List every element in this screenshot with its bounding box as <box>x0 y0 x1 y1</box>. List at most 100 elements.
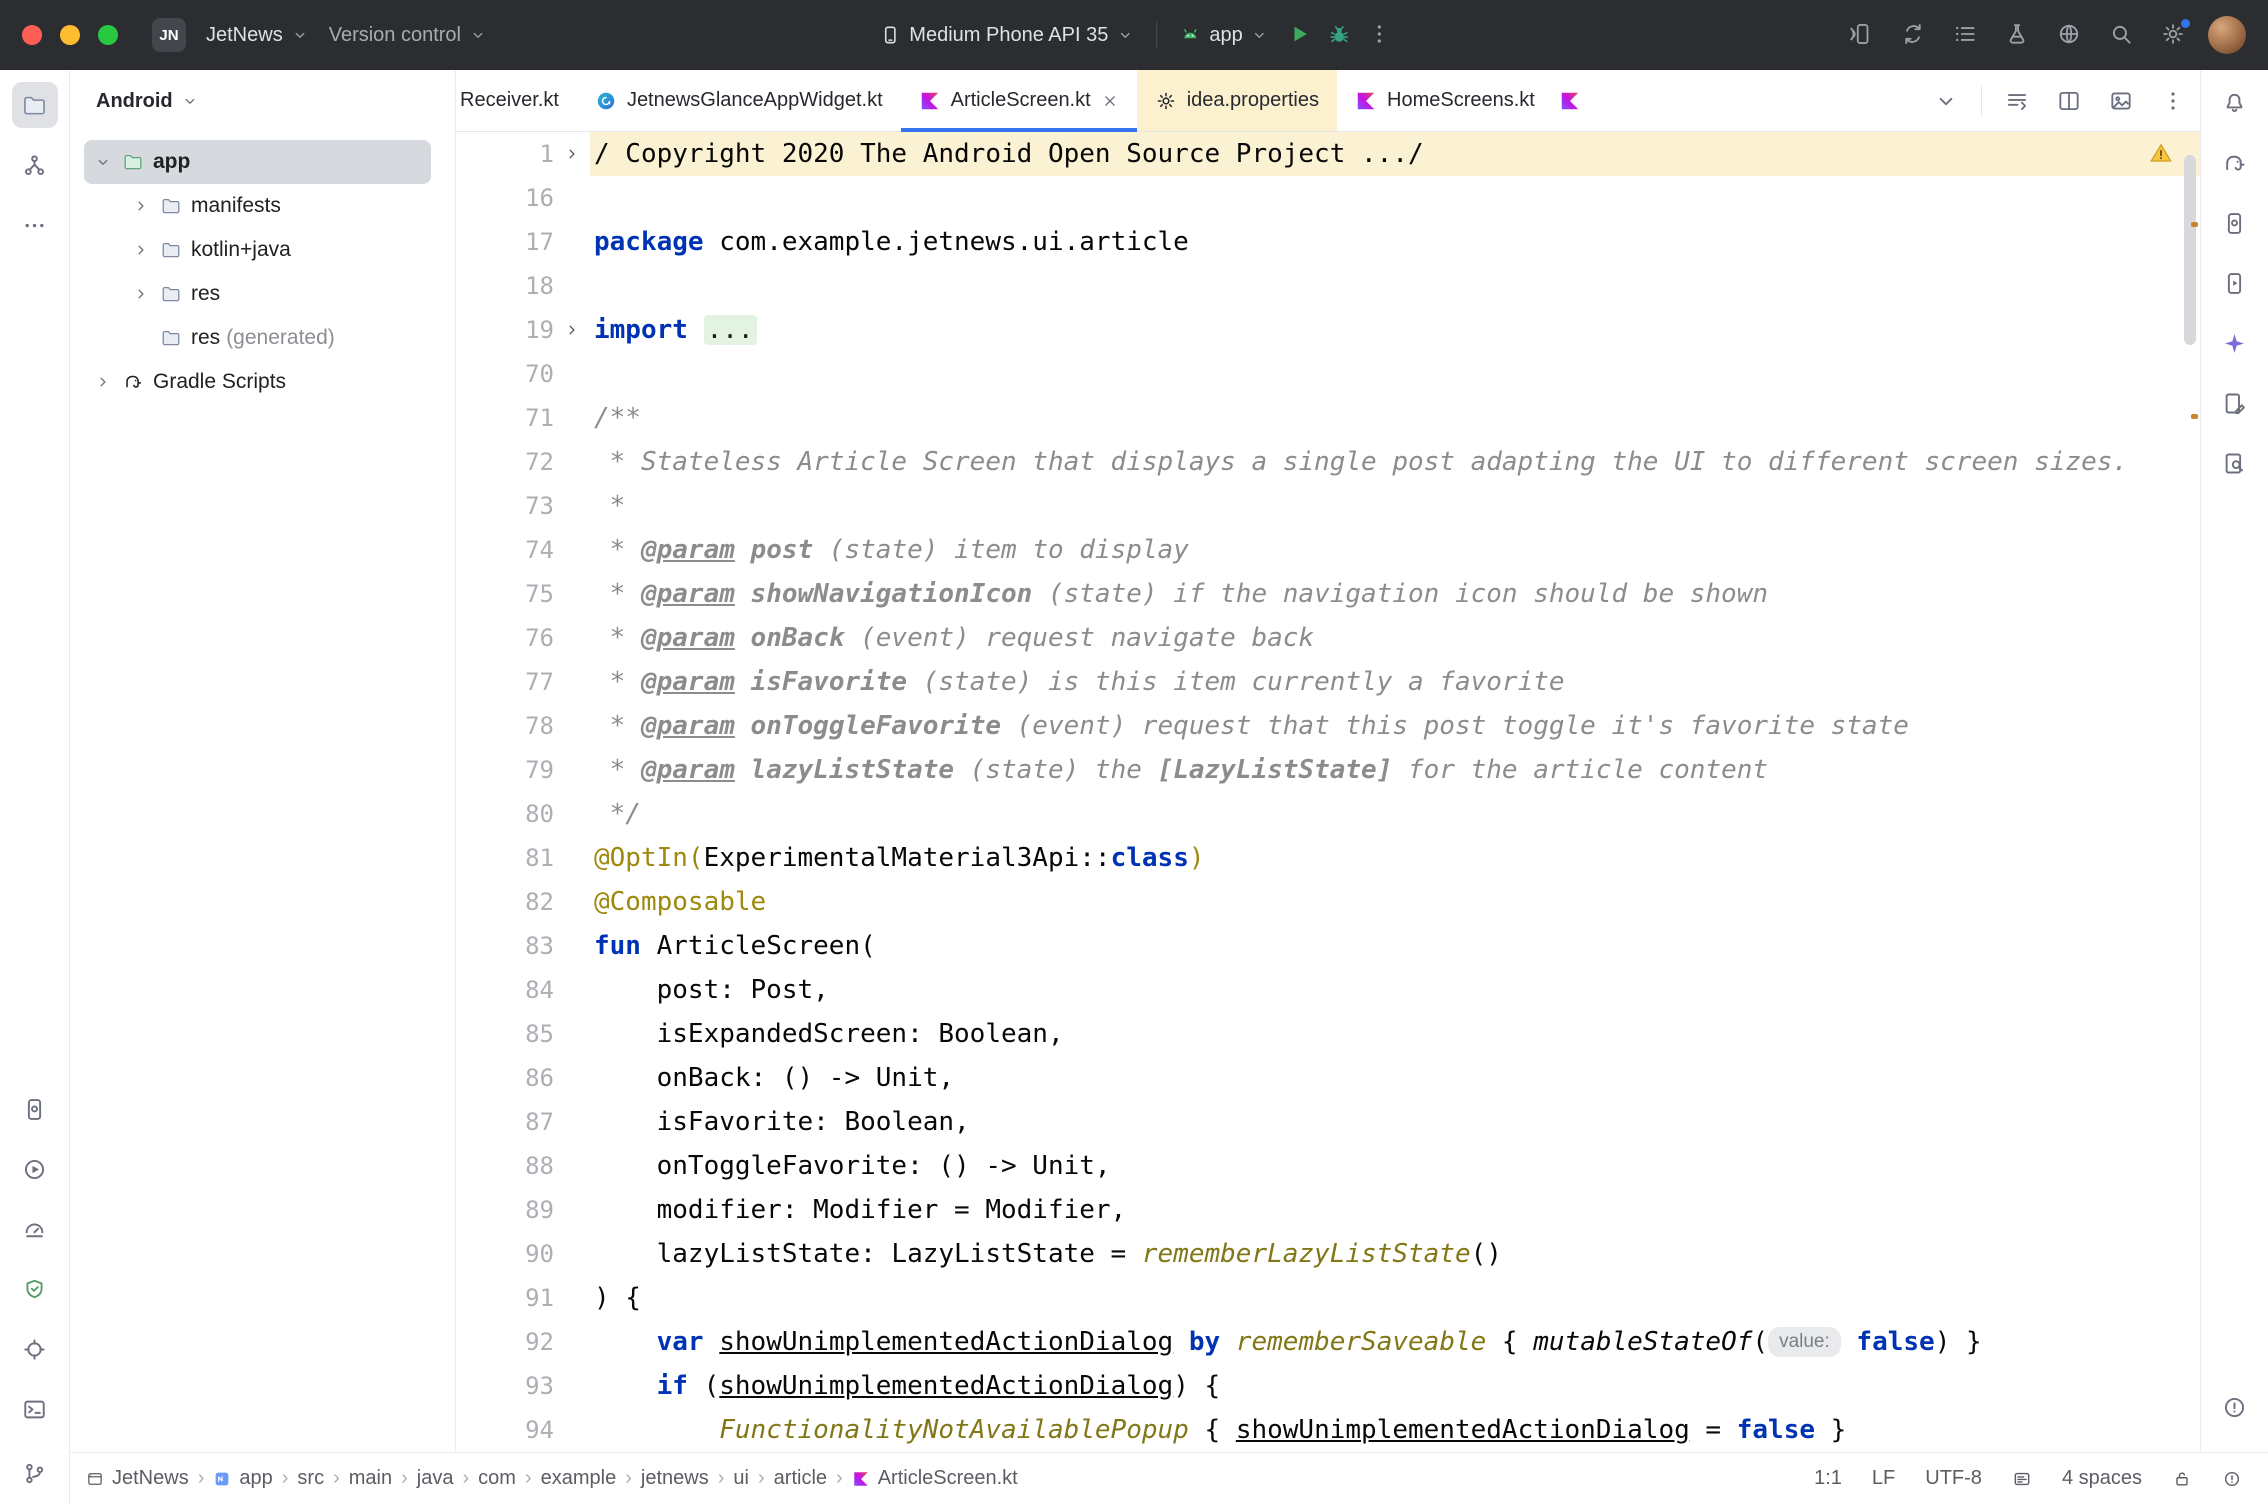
code-line[interactable]: 93 if (showUnimplementedActionDialog) { <box>456 1364 2200 1408</box>
line-number[interactable]: 80 <box>456 792 554 836</box>
user-avatar[interactable] <box>2208 16 2246 54</box>
breadcrumb-articlescreen-kt[interactable]: ArticleScreen.kt <box>852 1467 1018 1490</box>
running-devices-button[interactable] <box>2212 260 2258 306</box>
code-line[interactable]: 82@Composable <box>456 880 2200 924</box>
code-line[interactable]: 89 modifier: Modifier = Modifier, <box>456 1188 2200 1232</box>
line-number[interactable]: 79 <box>456 748 554 792</box>
project-view-selector[interactable]: Android <box>70 70 455 132</box>
problems-button[interactable] <box>2212 1384 2258 1430</box>
tree-chevron-icon[interactable] <box>92 153 122 171</box>
code-line[interactable]: 92 var showUnimplementedActionDialog by … <box>456 1320 2200 1364</box>
fold-toggle-icon[interactable] <box>554 145 590 163</box>
tab-overflow[interactable] <box>1553 70 1587 131</box>
device-manager-button[interactable] <box>12 1086 58 1132</box>
search-file-button[interactable] <box>2212 440 2258 486</box>
hidden-tabs-chevron-button[interactable] <box>1929 84 1963 118</box>
line-number[interactable]: 73 <box>456 484 554 528</box>
tree-chevron-icon[interactable] <box>130 241 160 259</box>
code-line[interactable]: 81@OptIn(ExperimentalMaterial3Api::class… <box>456 836 2200 880</box>
line-number[interactable]: 91 <box>456 1276 554 1320</box>
profiler-button[interactable] <box>12 1206 58 1252</box>
line-number[interactable]: 88 <box>456 1144 554 1188</box>
breadcrumb-example[interactable]: example <box>541 1467 617 1490</box>
run-config-selector[interactable]: app <box>1169 16 1278 55</box>
lock-open-button[interactable] <box>2172 1469 2192 1489</box>
code-line[interactable]: 94 FunctionalityNotAvailablePopup { show… <box>456 1408 2200 1452</box>
close-window-button[interactable] <box>22 25 42 45</box>
gradle-button[interactable] <box>2212 140 2258 186</box>
settings-button[interactable] <box>2154 15 2192 56</box>
run-button[interactable] <box>12 1146 58 1192</box>
line-number[interactable]: 94 <box>456 1408 554 1452</box>
fold-toggle-icon[interactable] <box>554 321 590 339</box>
breadcrumb-src[interactable]: src <box>297 1467 324 1490</box>
breadcrumb-jetnews[interactable]: jetnews <box>641 1467 709 1490</box>
tab-jetnewsglanceappwidget-kt[interactable]: JetnewsGlanceAppWidget.kt <box>577 70 901 131</box>
run-button[interactable] <box>1281 15 1319 56</box>
code-line[interactable]: 71/** <box>456 396 2200 440</box>
code-line[interactable]: 77 * @param isFavorite (state) is this i… <box>456 660 2200 704</box>
line-number[interactable]: 93 <box>456 1364 554 1408</box>
tree-item-kotlin-java[interactable]: kotlin+java <box>84 228 431 272</box>
file-encoding[interactable]: UTF-8 <box>1925 1467 1982 1490</box>
more-run-actions-button[interactable] <box>1361 15 1399 56</box>
tab-articlescreen-kt[interactable]: ArticleScreen.kt <box>901 70 1137 131</box>
code-line[interactable]: 1/ Copyright 2020 The Android Open Sourc… <box>456 132 2200 176</box>
device-mirroring-button[interactable] <box>1842 15 1880 56</box>
indent-size[interactable]: 4 spaces <box>2062 1467 2142 1490</box>
zoom-window-button[interactable] <box>98 25 118 45</box>
line-number[interactable]: 72 <box>456 440 554 484</box>
todo-list-button[interactable] <box>1946 15 1984 56</box>
code-line[interactable]: 84 post: Post, <box>456 968 2200 1012</box>
breadcrumb-java[interactable]: java <box>417 1467 454 1490</box>
tree-item-gradle-scripts[interactable]: Gradle Scripts <box>84 360 431 404</box>
list-view-button[interactable] <box>2000 84 2034 118</box>
line-number[interactable]: 85 <box>456 1012 554 1056</box>
breadcrumb-com[interactable]: com <box>478 1467 516 1490</box>
caret-position[interactable]: 1:1 <box>1814 1467 1842 1490</box>
code-line[interactable]: 86 onBack: () -> Unit, <box>456 1056 2200 1100</box>
editor-more-button[interactable] <box>2156 84 2190 118</box>
tree-item-res[interactable]: res <box>84 272 431 316</box>
inspections-warning-icon[interactable] <box>2148 140 2174 166</box>
breadcrumb-app[interactable]: app <box>213 1467 272 1490</box>
code-editor[interactable]: 1/ Copyright 2020 The Android Open Sourc… <box>456 132 2200 1452</box>
line-number[interactable]: 75 <box>456 572 554 616</box>
code-line[interactable]: 79 * @param lazyListState (state) the [L… <box>456 748 2200 792</box>
code-line[interactable]: 16 <box>456 176 2200 220</box>
line-number[interactable]: 87 <box>456 1100 554 1144</box>
tree-item-res-generated[interactable]: res(generated) <box>84 316 431 360</box>
line-number[interactable]: 1 <box>456 132 554 176</box>
project-selector[interactable]: JetNews <box>196 16 319 55</box>
code-line[interactable]: 88 onToggleFavorite: () -> Unit, <box>456 1144 2200 1188</box>
line-number[interactable]: 83 <box>456 924 554 968</box>
gradle-sync-button[interactable] <box>1894 15 1932 56</box>
terminal-button[interactable] <box>12 1386 58 1432</box>
code-line[interactable]: 17package com.example.jetnews.ui.article <box>456 220 2200 264</box>
indent-guides-button[interactable] <box>2012 1469 2032 1489</box>
code-line[interactable]: 74 * @param post (state) item to display <box>456 528 2200 572</box>
notifications-button[interactable] <box>2212 80 2258 126</box>
search-button[interactable] <box>2102 15 2140 56</box>
sdk-manager-button[interactable] <box>2050 15 2088 56</box>
line-number[interactable]: 89 <box>456 1188 554 1232</box>
code-line[interactable]: 19import ... <box>456 308 2200 352</box>
gemini-button[interactable] <box>2212 320 2258 366</box>
tree-item-app[interactable]: app <box>84 140 431 184</box>
line-number[interactable]: 84 <box>456 968 554 1012</box>
code-line[interactable]: 85 isExpandedScreen: Boolean, <box>456 1012 2200 1056</box>
line-number[interactable]: 17 <box>456 220 554 264</box>
vcs-widget[interactable]: Version control <box>319 16 497 55</box>
tree-chevron-icon[interactable] <box>130 285 160 303</box>
image-preview-button[interactable] <box>2104 84 2138 118</box>
code-line[interactable]: 90 lazyListState: LazyListState = rememb… <box>456 1232 2200 1276</box>
breadcrumb-ui[interactable]: ui <box>733 1467 749 1490</box>
line-number[interactable]: 71 <box>456 396 554 440</box>
breadcrumb-jetnews[interactable]: JetNews <box>86 1467 189 1490</box>
line-number[interactable]: 74 <box>456 528 554 572</box>
more-tool-windows-button[interactable] <box>12 202 58 248</box>
breadcrumb-article[interactable]: article <box>774 1467 827 1490</box>
error-circle-button[interactable] <box>2222 1469 2242 1489</box>
minimize-window-button[interactable] <box>60 25 80 45</box>
device-selector[interactable]: Medium Phone API 35 <box>869 16 1144 55</box>
